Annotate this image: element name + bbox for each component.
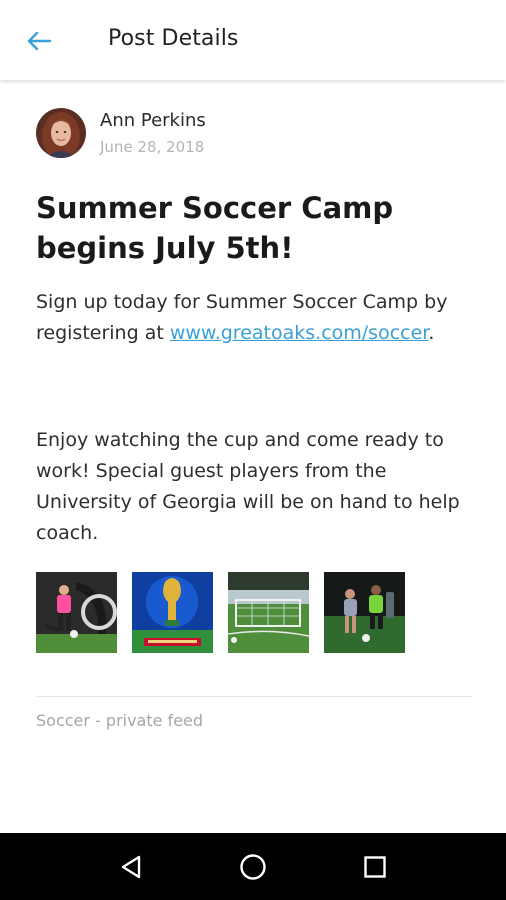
nav-home-button[interactable] [233, 847, 273, 887]
registration-link[interactable]: www.greatoaks.com/soccer [170, 322, 429, 344]
image-gallery [36, 572, 405, 653]
player-in-pink-photo[interactable] [36, 572, 117, 653]
nav-back-button[interactable] [111, 847, 151, 887]
avatar[interactable] [36, 108, 86, 158]
app-bar: Post Details [0, 0, 506, 80]
post-content: Ann Perkins June 28, 2018 Summer Soccer … [0, 82, 506, 833]
nav-recents-button[interactable] [355, 847, 395, 887]
square-recents-icon [364, 855, 386, 878]
arrow-left-icon [27, 31, 52, 51]
post-paragraph-details: Enjoy watching the cup and come ready to… [36, 429, 460, 544]
paragraph-text-end: . [428, 322, 435, 344]
world-cup-trophy-poster[interactable] [132, 572, 213, 653]
triangle-back-icon [121, 855, 141, 878]
post-paragraph-signup: Sign up today for Summer Soccer Camp by … [36, 287, 476, 349]
post-date: June 28, 2018 [100, 137, 205, 156]
circle-home-icon [240, 853, 266, 880]
post-author: Ann Perkins June 28, 2018 [36, 108, 206, 158]
author-name: Ann Perkins [100, 109, 206, 131]
feed-label: Soccer - private feed [36, 711, 204, 730]
system-nav-bar [0, 833, 506, 900]
divider [36, 696, 472, 697]
players-night-match-photo[interactable] [324, 572, 405, 653]
page-title: Post Details [108, 26, 239, 51]
soccer-field-goal-photo[interactable] [228, 572, 309, 653]
author-meta: Ann Perkins June 28, 2018 [100, 110, 206, 157]
post-title: Summer Soccer Camp begins July 5th! [36, 191, 394, 265]
back-button[interactable] [22, 24, 56, 58]
